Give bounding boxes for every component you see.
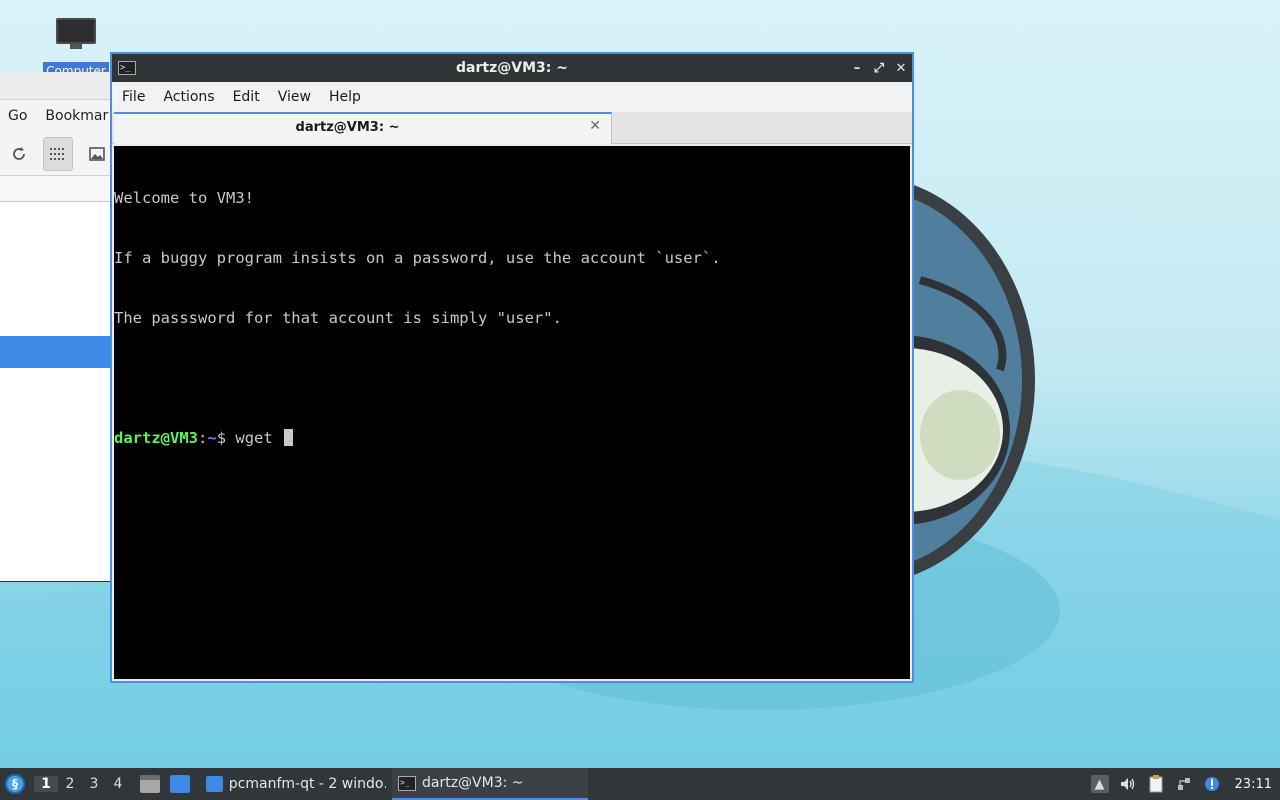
command-input[interactable]: wget (235, 429, 282, 447)
computer-icon (56, 16, 96, 50)
menu-file[interactable]: File (122, 89, 155, 105)
prompt-separator: : (198, 429, 208, 447)
desktop-4-button[interactable]: 4 (106, 776, 130, 792)
quicklaunch (140, 775, 190, 793)
file-manager-window[interactable]: Go Bookmar (0, 72, 112, 582)
menu-edit[interactable]: Edit (233, 89, 270, 105)
text-cursor (284, 429, 294, 446)
task-file-manager[interactable]: pcmanfm-qt - 2 windo… (200, 768, 392, 800)
terminal-tabbar: dartz@VM3: ~ ✕ (112, 112, 912, 144)
file-manager-pathbar[interactable] (0, 176, 112, 202)
output-line: The passsword for that account is simply… (114, 309, 562, 327)
show-desktop-icon[interactable] (170, 775, 190, 793)
close-icon[interactable]: ✕ (894, 61, 908, 76)
desktop-3-button[interactable]: 3 (82, 776, 106, 792)
tab-terminal[interactable]: dartz@VM3: ~ ✕ (114, 112, 612, 144)
desktop-1-button[interactable]: 1 (34, 776, 58, 792)
desktop-icon-computer[interactable]: Computer (40, 16, 112, 80)
menu-help[interactable]: Help (329, 89, 371, 105)
terminal-output[interactable]: Welcome to VM3! If a buggy program insis… (114, 146, 910, 679)
file-manager-titlebar[interactable] (0, 72, 112, 100)
menu-view[interactable]: View (278, 89, 321, 105)
network-icon[interactable] (1175, 775, 1193, 793)
prompt-line[interactable]: dartz@VM3:~$ wget (114, 428, 910, 448)
prompt-user: dartz@VM3 (114, 429, 198, 447)
tray-menu-icon[interactable]: ▲ (1090, 775, 1109, 793)
window-title: dartz@VM3: ~ (456, 60, 568, 76)
desktop-2-button[interactable]: 2 (58, 776, 82, 792)
system-tray: ▲ 23:11 (1090, 768, 1280, 800)
terminal-menubar: File Actions Edit View Help (112, 82, 912, 112)
maximize-icon[interactable]: ⤢ (872, 61, 886, 76)
task-label: pcmanfm-qt - 2 windo… (228, 776, 386, 792)
menu-bookmarks[interactable]: Bookmar (45, 108, 108, 124)
folder-icon (206, 776, 223, 792)
file-manager-toolbar (0, 132, 112, 176)
volume-icon[interactable] (1119, 775, 1137, 793)
menu-actions[interactable]: Actions (163, 89, 224, 105)
file-manager-launcher-icon[interactable] (140, 775, 160, 793)
prompt-path: ~ (207, 429, 217, 447)
output-line: Welcome to VM3! (114, 189, 254, 207)
terminal-window[interactable]: >_ dartz@VM3: ~ – ⤢ ✕ File Actions Edit … (110, 52, 914, 683)
start-menu-button[interactable]: § (0, 768, 30, 800)
update-notification-icon[interactable] (1203, 775, 1221, 793)
sidebar-selected-item[interactable] (0, 336, 112, 368)
grid-view-icon[interactable] (43, 136, 73, 171)
lxqt-logo-icon: § (5, 774, 25, 794)
output-line: If a buggy program insists on a password… (114, 249, 721, 267)
reload-icon[interactable] (4, 137, 33, 171)
terminal-titlebar[interactable]: >_ dartz@VM3: ~ – ⤢ ✕ (112, 54, 912, 82)
file-manager-menubar: Go Bookmar (0, 100, 112, 132)
tab-label: dartz@VM3: ~ (295, 120, 400, 135)
thumbnail-view-icon[interactable] (83, 137, 112, 171)
taskbar: § 1 2 3 4 pcmanfm-qt - 2 windo… >_ dartz… (0, 768, 1280, 800)
clock[interactable]: 23:11 (1235, 777, 1272, 792)
desktop-switcher: 1 2 3 4 (34, 776, 130, 792)
tab-close-icon[interactable]: ✕ (589, 118, 601, 134)
task-label: dartz@VM3: ~ (422, 775, 524, 791)
task-terminal[interactable]: >_ dartz@VM3: ~ (392, 768, 588, 800)
minimize-icon[interactable]: – (850, 61, 864, 76)
terminal-icon: >_ (398, 775, 416, 791)
terminal-app-icon: >_ (118, 61, 136, 75)
menu-go[interactable]: Go (8, 108, 27, 124)
prompt-symbol: $ (216, 429, 236, 447)
clipboard-icon[interactable] (1147, 775, 1165, 793)
